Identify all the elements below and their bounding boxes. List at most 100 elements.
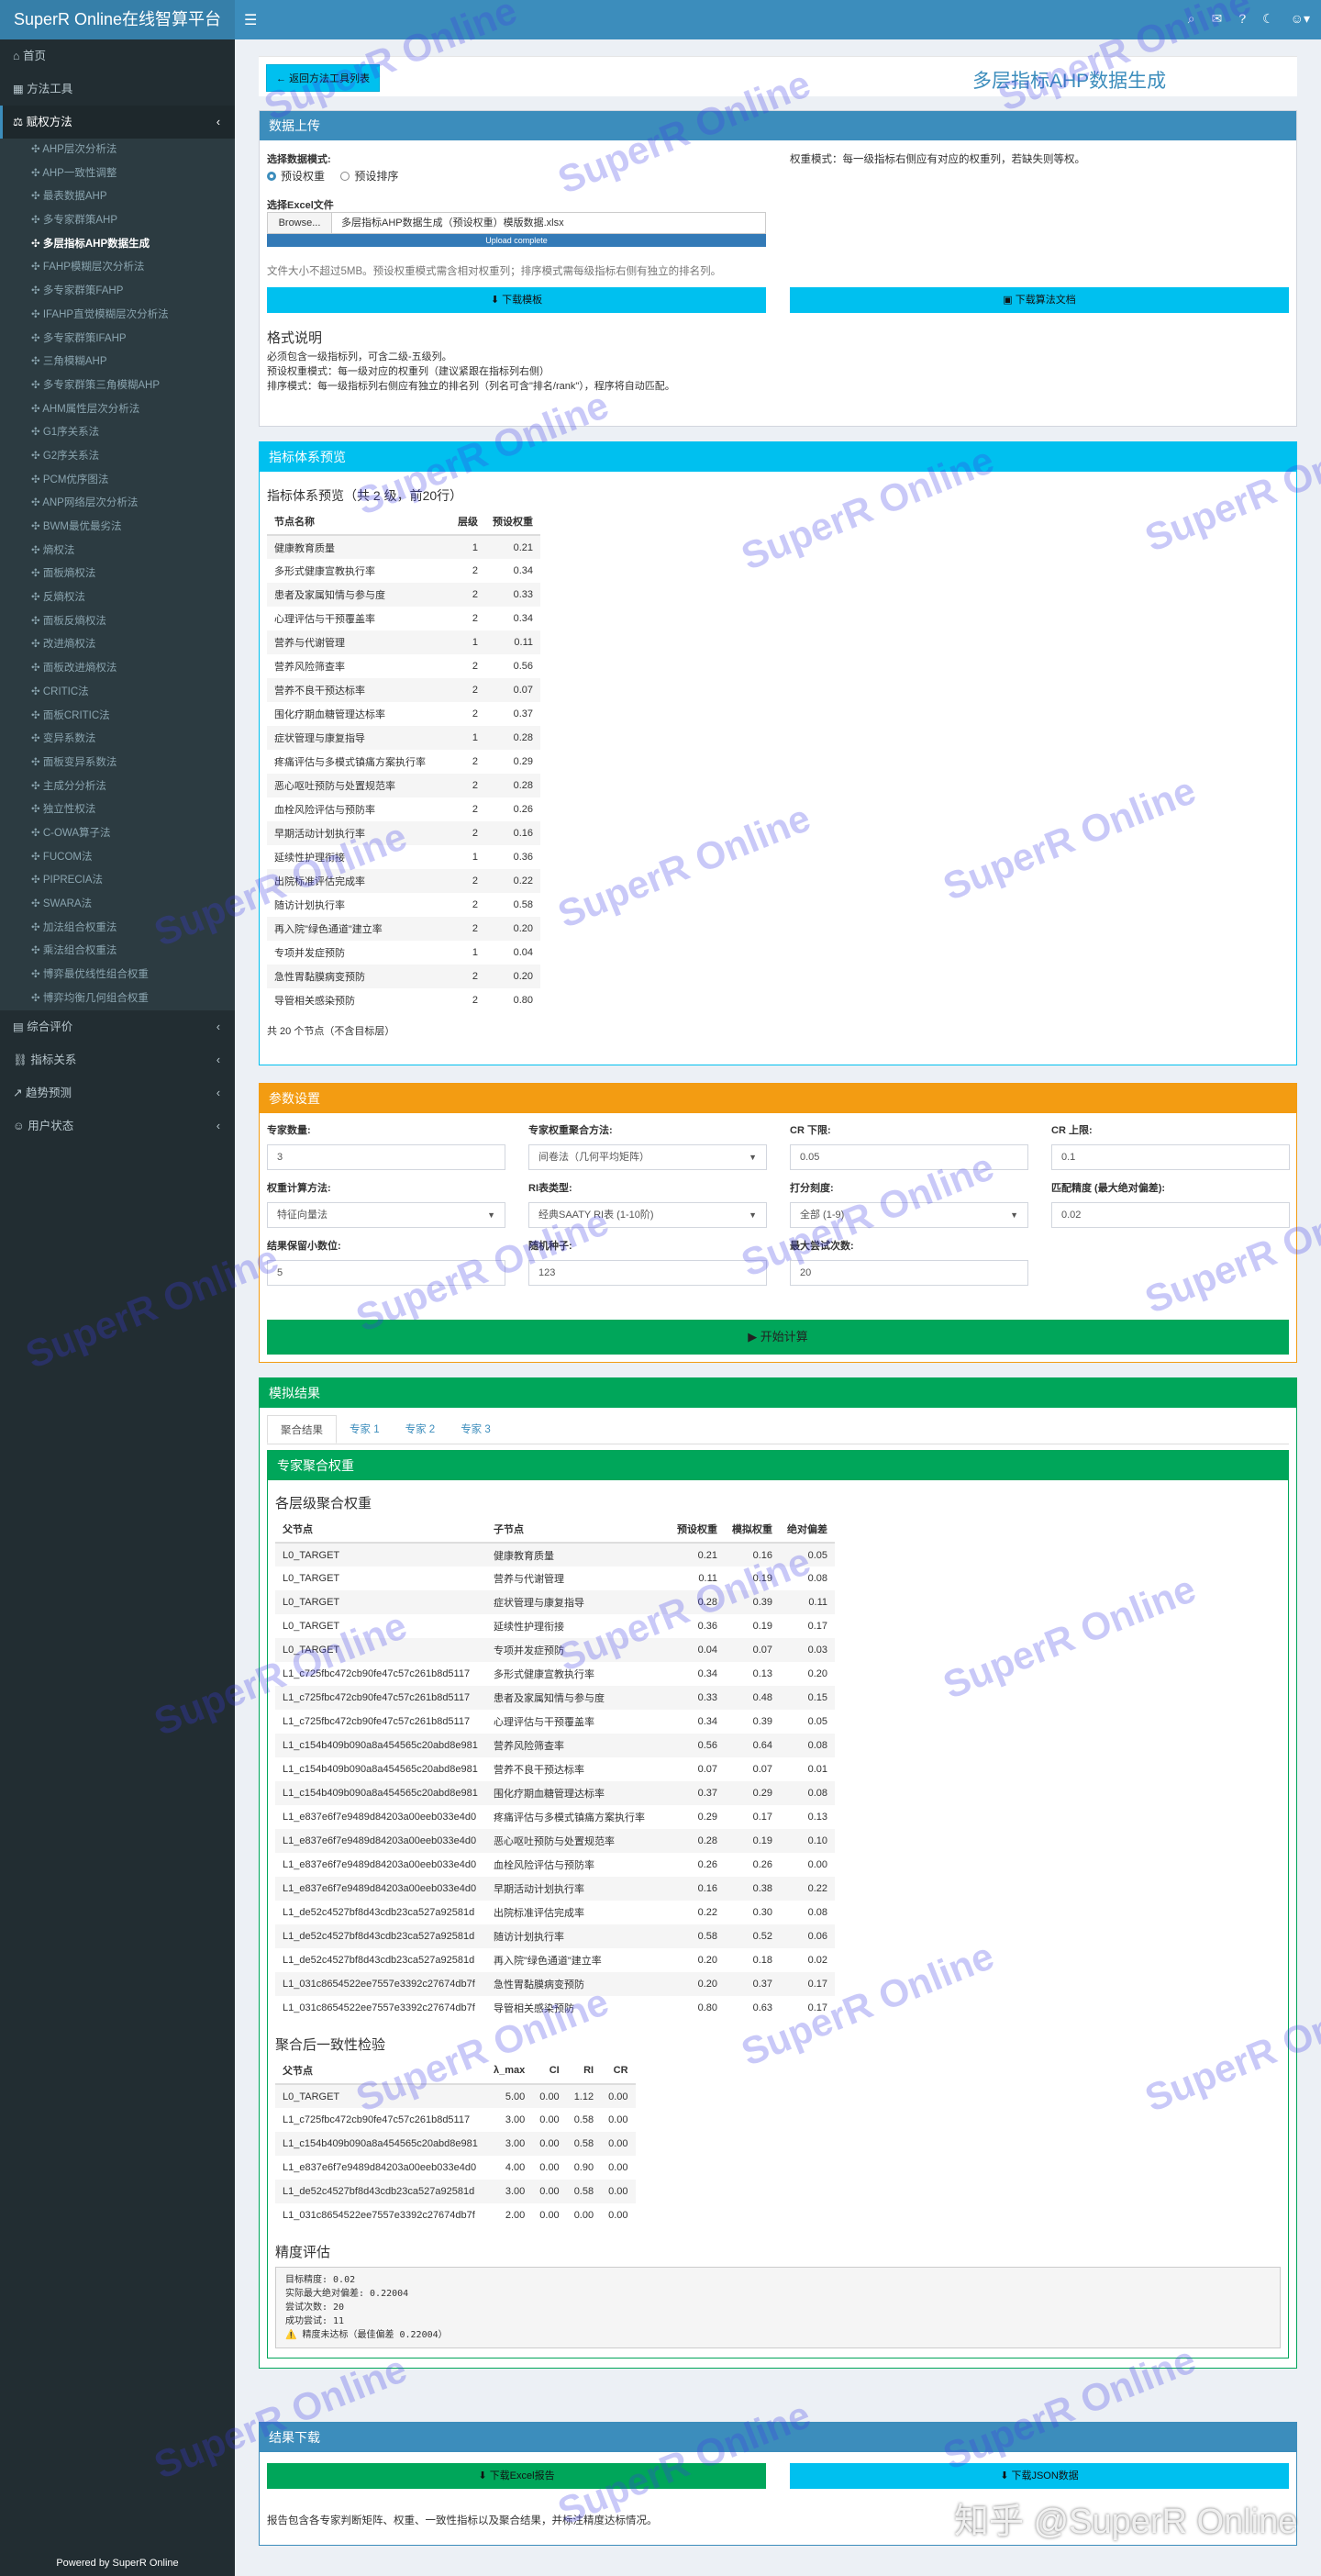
- circle-icon: ✣: [31, 497, 43, 509]
- preview-table: 节点名称 层级 预设权重 健康教育质量 1 0.21 多形式健康宣教执行率 2 0.34 患者及家…: [267, 508, 540, 1012]
- sidebar-subitem[interactable]: ✣ 博弈最优线性组合权重: [0, 964, 235, 987]
- user-menu-icon[interactable]: ☺▾: [1291, 11, 1310, 27]
- param-input[interactable]: 3: [267, 1144, 505, 1170]
- search-icon[interactable]: ⌕: [1188, 11, 1195, 27]
- param-select[interactable]: 全部 (1-9) ▼: [790, 1202, 1028, 1228]
- app-brand[interactable]: SuperR Online在线智算平台: [0, 0, 235, 39]
- dark-mode-icon[interactable]: ☾: [1262, 11, 1274, 27]
- sidebar-subitem[interactable]: ✣ 多层指标AHP数据生成: [0, 233, 235, 257]
- sidebar-subitem[interactable]: ✣ 多专家群策IFAHP: [0, 328, 235, 351]
- param-select[interactable]: 特征向量法 ▼: [267, 1202, 505, 1228]
- param-input[interactable]: 123: [528, 1260, 767, 1286]
- run-button[interactable]: ▶ 开始计算: [267, 1320, 1289, 1355]
- sidebar-subitem[interactable]: ✣ 加法组合权重法: [0, 917, 235, 941]
- sidebar-subitem[interactable]: ✣ 最表数据AHP: [0, 185, 235, 209]
- sidebar-item-bottom-2[interactable]: ↗ 趋势预测 ‹: [0, 1076, 235, 1110]
- sidebar-subitem[interactable]: ✣ 面板熵权法: [0, 563, 235, 586]
- book-icon: ▣: [1003, 295, 1013, 306]
- help-icon[interactable]: ?: [1238, 11, 1246, 27]
- sidebar-subitem-label: 面板改进熵权法: [42, 663, 117, 675]
- sidebar-subitem[interactable]: ✣ 乘法组合权重法: [0, 940, 235, 964]
- sidebar-subitem[interactable]: ✣ 熵权法: [0, 540, 235, 563]
- sidebar-item-1[interactable]: ▦ 方法工具: [0, 72, 235, 106]
- download-json-button[interactable]: ⬇ 下载JSON数据: [790, 2463, 1289, 2489]
- sidebar-subitem-label: 反熵权法: [42, 592, 85, 604]
- tab-2[interactable]: 专家 2: [393, 1415, 449, 1444]
- sidebar-item-label: 赋权方法: [26, 116, 72, 128]
- sidebar-subitem[interactable]: ✣ FUCOM法: [0, 846, 235, 870]
- sidebar-subitem[interactable]: ✣ ANP网络层次分析法: [0, 492, 235, 516]
- sidebar-item-2[interactable]: ⚖ 赋权方法 ‹: [0, 106, 235, 139]
- sidebar-item-bottom-3[interactable]: ☺ 用户状态 ‹: [0, 1110, 235, 1143]
- sidebar-subitem[interactable]: ✣ C-OWA算子法: [0, 822, 235, 846]
- table-cell: 0.58: [670, 1924, 725, 1948]
- sidebar-subitem[interactable]: ✣ 改进熵权法: [0, 633, 235, 657]
- table-cell: 0.26: [697, 1859, 717, 1870]
- sidebar-subitem[interactable]: ✣ G2序关系法: [0, 445, 235, 469]
- sidebar-subitem-label: 多专家群策AHP: [42, 215, 117, 227]
- aggregate-panel: 专家聚合权重 各层级聚合权重 父节点 子节点 预设权重 模拟权重 绝对偏差 L0_TARG…: [267, 1450, 1289, 2359]
- sidebar-subitem[interactable]: ✣ 多专家群策FAHP: [0, 280, 235, 304]
- sidebar-item-bottom-0[interactable]: ▤ 综合评价 ‹: [0, 1010, 235, 1043]
- sidebar-item-0[interactable]: ⌂ 首页: [0, 39, 235, 72]
- download-doc-button[interactable]: ▣ 下载算法文档: [790, 287, 1289, 313]
- browse-button[interactable]: Browse...: [268, 213, 332, 233]
- table-cell: 0.08: [780, 1781, 835, 1805]
- sidebar-subitem[interactable]: ✣ IFAHP直觉模糊层次分析法: [0, 304, 235, 328]
- sidebar-subitem[interactable]: ✣ AHP层次分析法: [0, 139, 235, 162]
- sidebar-item-bottom-1[interactable]: ⛓ 指标关系 ‹: [0, 1043, 235, 1076]
- sidebar-subitem[interactable]: ✣ 变异系数法: [0, 728, 235, 752]
- back-button[interactable]: ← 返回方法工具列表: [266, 64, 381, 92]
- download-excel-button[interactable]: ⬇ 下载Excel报告: [267, 2463, 766, 2489]
- sidebar-subitem[interactable]: ✣ 反熵权法: [0, 586, 235, 610]
- tab-0[interactable]: 聚合结果: [267, 1415, 337, 1444]
- param-input[interactable]: 0.05: [790, 1144, 1028, 1170]
- sidebar-subitem[interactable]: ✣ G1序关系法: [0, 421, 235, 445]
- sidebar-subitem[interactable]: ✣ 面板反熵权法: [0, 610, 235, 634]
- download-template-button[interactable]: ⬇ 下载模板: [267, 287, 766, 313]
- sidebar-subitem[interactable]: ✣ AHM属性层次分析法: [0, 398, 235, 422]
- table-cell: 0.52: [725, 1924, 780, 1948]
- param-select[interactable]: 经典SAATY RI表 (1-10阶) ▼: [528, 1202, 767, 1228]
- sidebar-subitem-label: 多层指标AHP数据生成: [42, 238, 150, 250]
- tab-1[interactable]: 专家 1: [337, 1415, 393, 1444]
- table-row: L1_e837e6f7e9489d84203a00eeb033e4d0 血栓风险评…: [275, 1853, 835, 1877]
- param-input[interactable]: 0.1: [1051, 1144, 1290, 1170]
- param-field: 最大尝试次数: 20: [790, 1238, 1028, 1286]
- param-select[interactable]: 间卷法（几何平均矩阵） ▼: [528, 1144, 767, 1170]
- sidebar-subitem[interactable]: ✣ BWM最优最劣法: [0, 516, 235, 540]
- param-input[interactable]: 5: [267, 1260, 505, 1286]
- param-input[interactable]: 0.02: [1051, 1202, 1290, 1228]
- sidebar-subitem[interactable]: ✣ PIPRECIA法: [0, 869, 235, 893]
- table-cell: 营养不良干预达标率: [494, 1765, 584, 1776]
- sidebar-subitem[interactable]: ✣ PCM优序图法: [0, 469, 235, 493]
- table-cell: L1_031c8654522ee7557e3392c27674db7f: [275, 1972, 486, 1996]
- table-cell: 0.26: [752, 1859, 772, 1870]
- menu-toggle-icon[interactable]: ☰: [244, 11, 257, 29]
- sidebar-subitem[interactable]: ✣ 多专家群策AHP: [0, 209, 235, 233]
- sidebar-subitem[interactable]: ✣ 主成分分析法: [0, 775, 235, 799]
- sidebar-subitem[interactable]: ✣ SWARA法: [0, 893, 235, 917]
- sidebar-subitem[interactable]: ✣ 三角模糊AHP: [0, 351, 235, 374]
- param-input[interactable]: 20: [790, 1260, 1028, 1286]
- radio-preset-weight[interactable]: 预设权重: [267, 168, 325, 184]
- table-row: L1_c725fbc472cb90fe47c57c261b8d5117 3.00 0…: [275, 2108, 636, 2132]
- sidebar-subitem[interactable]: ✣ 博弈均衡几何组合权重: [0, 987, 235, 1011]
- sidebar-subitem[interactable]: ✣ 面板变异系数法: [0, 752, 235, 775]
- file-input[interactable]: Browse... 多层指标AHP数据生成（预设权重）模版数据.xlsx: [267, 212, 766, 234]
- sidebar-subitem[interactable]: ✣ AHP一致性调整: [0, 162, 235, 186]
- sidebar-subitem-label: 主成分分析法: [42, 780, 106, 792]
- sidebar-subitem[interactable]: ✣ CRITIC法: [0, 681, 235, 705]
- radio-preset-rank[interactable]: 预设排序: [340, 168, 398, 184]
- table-cell: 0.07: [725, 1638, 780, 1662]
- sidebar-subitem[interactable]: ✣ 面板CRITIC法: [0, 705, 235, 729]
- sidebar-subitem-label: ANP网络层次分析法: [42, 497, 139, 509]
- announce-icon[interactable]: ✉: [1212, 11, 1223, 27]
- sidebar-subitem[interactable]: ✣ 面板改进熵权法: [0, 657, 235, 681]
- sidebar-subitem[interactable]: ✣ 多专家群策三角模糊AHP: [0, 374, 235, 398]
- table-row: 导管相关感染预防 2 0.80: [267, 988, 540, 1012]
- table-cell: 0.28: [485, 774, 540, 797]
- sidebar-subitem[interactable]: ✣ 独立性权法: [0, 798, 235, 822]
- tab-3[interactable]: 专家 3: [448, 1415, 504, 1444]
- sidebar-subitem[interactable]: ✣ FAHP模糊层次分析法: [0, 256, 235, 280]
